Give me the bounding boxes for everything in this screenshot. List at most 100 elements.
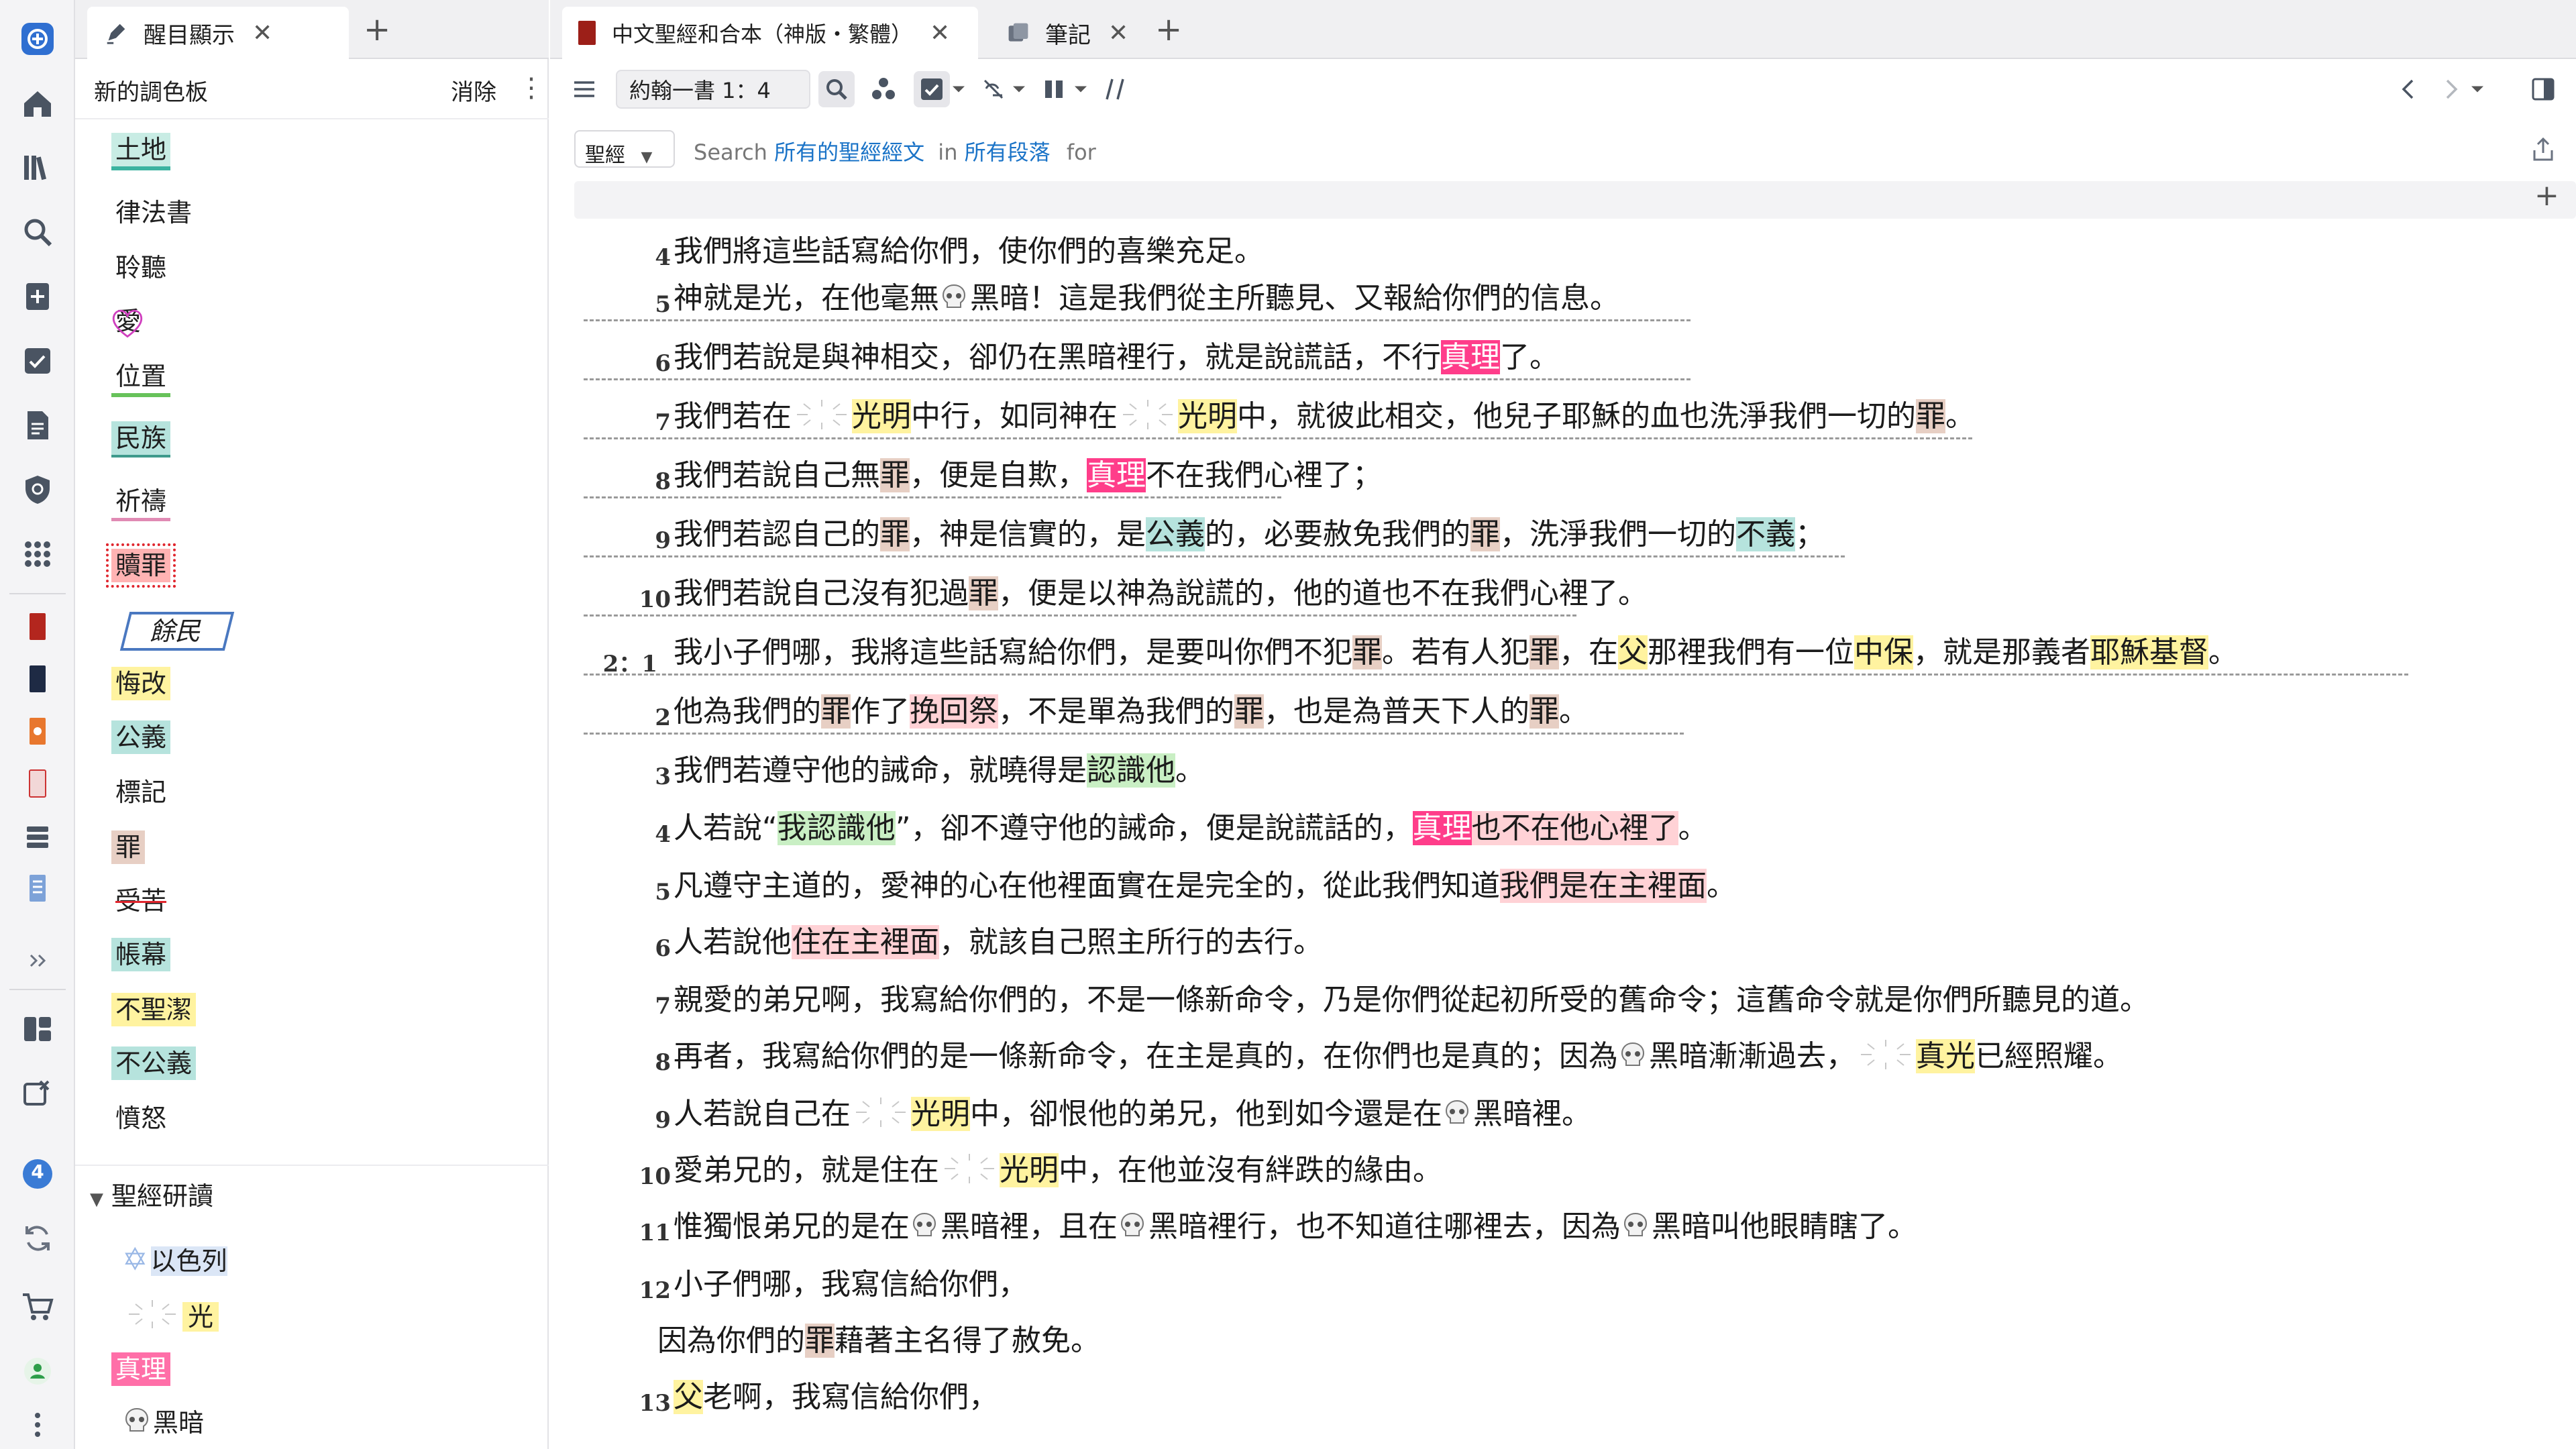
highlighted-word[interactable]: 真理 bbox=[1412, 811, 1472, 845]
tab-highlighting[interactable]: 醒目顯示 ✕ bbox=[87, 7, 349, 59]
verse-number[interactable]: 12 bbox=[584, 1277, 671, 1304]
highlighted-word[interactable]: 住在主裡面 bbox=[792, 925, 939, 959]
light-word[interactable]: 光明 bbox=[1000, 1153, 1059, 1187]
verse-number[interactable]: 5 bbox=[584, 879, 671, 906]
highlighted-word[interactable]: 罪 bbox=[1352, 635, 1382, 669]
palette-item[interactable]: 贖罪 bbox=[105, 543, 176, 588]
verse-number[interactable]: 5 bbox=[584, 291, 671, 318]
palette-title[interactable]: 新的調色板 bbox=[94, 74, 208, 107]
verse-row[interactable]: 2：1 我小子們哪，我將這些話寫給你們，是要叫你們不犯罪。若有人犯罪，在父那裡我們… bbox=[550, 629, 2576, 678]
highlighted-word[interactable]: 罪 bbox=[880, 517, 910, 551]
close-icon[interactable]: ✕ bbox=[252, 19, 272, 47]
verse-row[interactable]: 4 人若說“我認識他”，卻不遵守他的誡命，便是說謊話的，真理也不在他心裡了。 bbox=[550, 805, 2576, 852]
verse-number[interactable]: 6 bbox=[584, 935, 671, 962]
highlighted-word[interactable]: 中保 bbox=[1854, 635, 1913, 669]
highlighted-word[interactable]: 父 bbox=[1618, 635, 1648, 669]
verse-number[interactable]: 4 bbox=[584, 244, 671, 271]
highlighted-word[interactable]: 我認識他 bbox=[777, 811, 896, 845]
verse-number[interactable]: 6 bbox=[584, 350, 671, 377]
verse-row[interactable]: 6 人若說他住在主裡面，就該自己照主所行的去行。 bbox=[550, 919, 2576, 966]
verse-row[interactable]: 8 我們若說自己無罪，便是自欺，真理不在我們心裡了； bbox=[550, 452, 2576, 499]
verse-row[interactable]: 5 神就是光，在他毫無 黑暗！這是我們從主所聽見、又報給你們的信息。 bbox=[550, 275, 2576, 322]
verse-number[interactable]: 8 bbox=[584, 1049, 671, 1076]
palette-item[interactable]: 憤怒 bbox=[111, 1102, 170, 1135]
verse-row[interactable]: 11 惟獨恨弟兄的是在 黑暗裡，且在 黑暗裡行，也不知道往哪裡去，因為 黑暗叫他眼睛瞎了… bbox=[550, 1203, 2576, 1250]
notification-badge[interactable]: 4 bbox=[15, 1151, 60, 1197]
highlighted-word[interactable]: 罪 bbox=[821, 694, 851, 729]
scope-dropdown[interactable]: 聖經 ▼ bbox=[574, 130, 675, 168]
export-icon[interactable] bbox=[15, 1069, 60, 1115]
highlighted-word[interactable]: 父 bbox=[674, 1380, 703, 1414]
cart-icon[interactable] bbox=[15, 1284, 60, 1330]
book-blue-icon[interactable] bbox=[15, 865, 60, 911]
verse-row[interactable]: 因為你們的罪藉著主名得了赦免。 bbox=[550, 1318, 2576, 1364]
search-button[interactable] bbox=[818, 71, 855, 107]
highlighted-word[interactable]: 罪 bbox=[1234, 694, 1264, 729]
chevron-down-icon[interactable] bbox=[1009, 71, 1029, 107]
darkness-word[interactable]: 黑暗 bbox=[970, 281, 1029, 315]
verse-row[interactable]: 10 愛弟兄的，就是住在 光明中，在他並沒有絆跌的緣由。 bbox=[550, 1147, 2576, 1194]
highlighted-word[interactable]: 也不在他心裡了 bbox=[1471, 811, 1678, 845]
close-icon[interactable]: ✕ bbox=[930, 19, 950, 47]
more-options-icon[interactable]: ⋮ bbox=[518, 72, 545, 103]
highlighted-word[interactable]: 罪 bbox=[805, 1324, 835, 1358]
palette-item[interactable]: 律法書 bbox=[111, 196, 196, 229]
verse-row[interactable]: 7 親愛的弟兄啊，我寫給你們的，不是一條新命令，乃是你們從起初所受的舊命令；這舊命… bbox=[550, 977, 2576, 1024]
highlighted-word[interactable]: 罪 bbox=[1916, 399, 1945, 433]
visual-filters-button[interactable] bbox=[914, 71, 950, 107]
verse-number[interactable]: 11 bbox=[584, 1220, 671, 1246]
search-icon[interactable] bbox=[15, 209, 60, 255]
verse-number[interactable]: 7 bbox=[584, 409, 671, 436]
more-icon[interactable] bbox=[15, 1402, 60, 1448]
verse-row[interactable]: 5 凡遵守主道的，愛神的心在他裡面實在是完全的，從此我們知道我們是在主裡面。 bbox=[550, 863, 2576, 910]
palette-item[interactable]: 愛 bbox=[111, 305, 145, 338]
verse-number[interactable]: 4 bbox=[584, 821, 671, 848]
light-word[interactable]: 光明 bbox=[852, 399, 911, 433]
add-note-icon[interactable] bbox=[15, 274, 60, 319]
reference-input[interactable] bbox=[616, 70, 810, 109]
palette-item[interactable]: 受苦 bbox=[111, 884, 170, 918]
verse-number[interactable]: 10 bbox=[584, 586, 671, 613]
apps-grid-icon[interactable] bbox=[15, 531, 60, 577]
highlighted-word[interactable]: 真理 bbox=[1087, 458, 1146, 492]
verse-row[interactable]: 9 我們若認自己的罪，神是信實的，是公義的，必要赦免我們的罪，洗淨我們一切的不義； bbox=[550, 511, 2576, 558]
palette-item[interactable]: 帳幕 bbox=[111, 938, 171, 971]
app-logo-icon[interactable] bbox=[15, 16, 60, 62]
darkness-word[interactable]: 黑暗 bbox=[1652, 1210, 1711, 1244]
palette-item[interactable]: 不聖潔 bbox=[111, 993, 197, 1026]
book-white-icon[interactable] bbox=[15, 761, 60, 806]
study-item[interactable]: 黑暗 bbox=[118, 1406, 208, 1440]
stack-icon[interactable] bbox=[15, 813, 60, 859]
study-section-header[interactable]: ▼ 聖經研讀 bbox=[90, 1175, 213, 1212]
verse-number[interactable]: 9 bbox=[584, 1107, 671, 1134]
palette-item[interactable]: 祈禱 bbox=[111, 484, 171, 521]
palette-item[interactable]: 公義 bbox=[111, 720, 171, 754]
book-orange-icon[interactable] bbox=[15, 708, 60, 754]
darkness-word[interactable]: 黑暗 bbox=[941, 1210, 1000, 1244]
verse-row[interactable]: 7 我們若在 光明中行，如同神在 光明中，就彼此相交，他兒子耶穌的血也洗淨我們一切的罪… bbox=[550, 393, 2576, 440]
interlinear-icon[interactable] bbox=[975, 71, 1012, 107]
highlighted-word[interactable]: 罪 bbox=[1529, 694, 1559, 729]
verse-number[interactable]: 9 bbox=[584, 527, 671, 554]
add-icon[interactable]: + bbox=[2534, 178, 2559, 213]
highlighted-word[interactable]: 不義 bbox=[1736, 517, 1795, 551]
search-field[interactable] bbox=[574, 181, 2576, 219]
highlighted-word[interactable]: 罪 bbox=[880, 458, 910, 492]
verse-row[interactable]: 6 我們若說是與神相交，卻仍在黑暗裡行，就是說謊話，不行真理了。 bbox=[550, 334, 2576, 381]
tab-notes[interactable]: 筆記 ✕ bbox=[991, 7, 1152, 59]
search-section-link[interactable]: 所有段落 bbox=[965, 140, 1051, 165]
verse-row[interactable]: 12 小子們哪，我寫信給你們， bbox=[550, 1261, 2576, 1308]
darkness-word[interactable]: 黑暗 bbox=[1473, 1097, 1532, 1131]
expand-icon[interactable] bbox=[15, 938, 60, 983]
palette-item[interactable]: 不公義 bbox=[111, 1046, 197, 1080]
study-item[interactable]: 光 bbox=[118, 1297, 223, 1334]
light-word[interactable]: 光明 bbox=[1178, 399, 1237, 433]
chevron-down-icon[interactable] bbox=[949, 71, 969, 107]
search-scope-link[interactable]: 所有的聖經經文 bbox=[774, 140, 924, 165]
panel-toggle-icon[interactable] bbox=[2525, 71, 2561, 107]
parallel-resources-icon[interactable] bbox=[865, 71, 902, 107]
share-icon[interactable] bbox=[2525, 131, 2561, 168]
highlighted-word[interactable]: 挽回祭 bbox=[910, 694, 998, 729]
layout-icon[interactable] bbox=[15, 1006, 60, 1052]
document-icon[interactable] bbox=[15, 402, 60, 448]
